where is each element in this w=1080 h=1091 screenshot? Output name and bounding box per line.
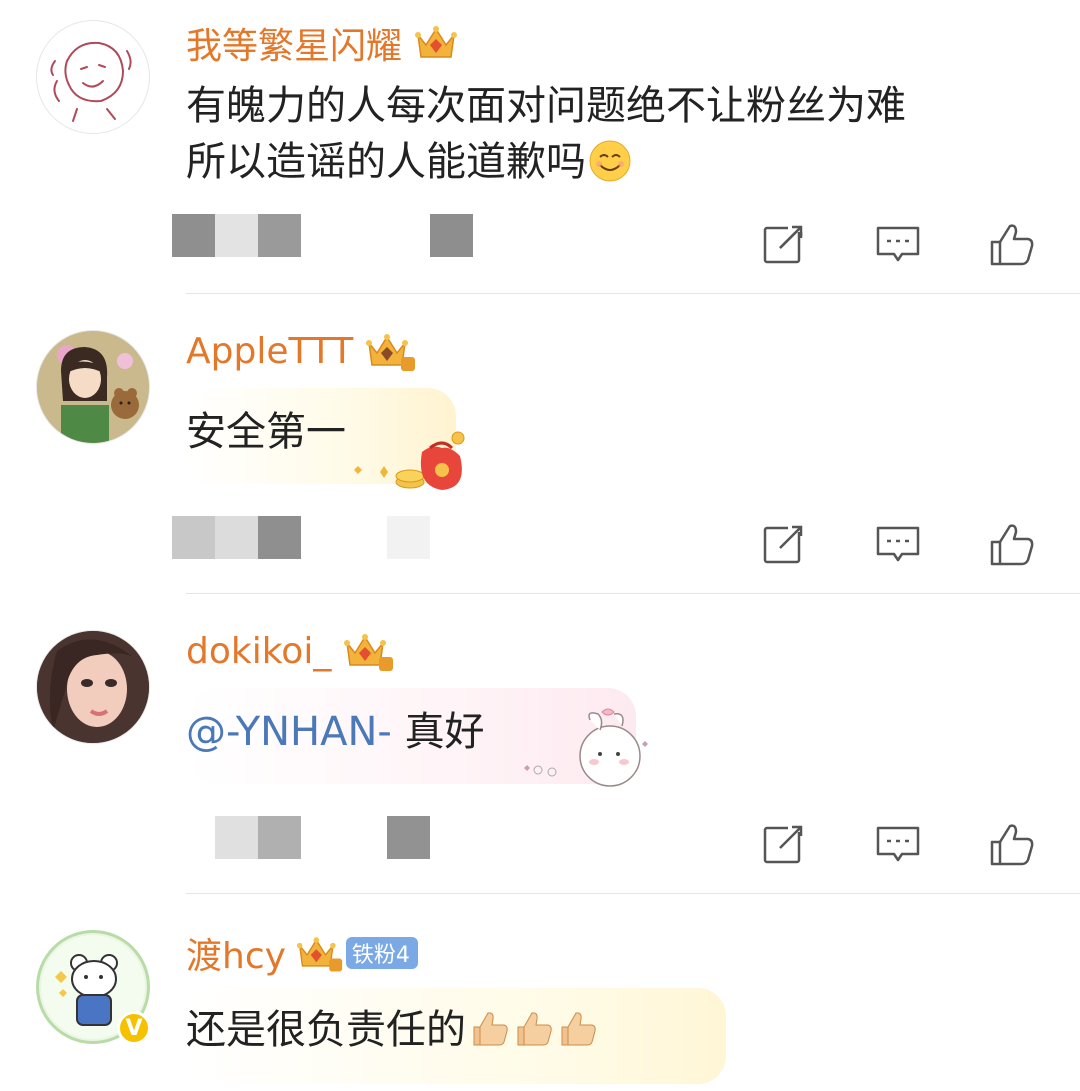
comment-actions — [0, 220, 1080, 270]
comment-icon[interactable] — [874, 220, 922, 268]
comment-text-line-2: 所以造谣的人能道歉吗 — [186, 134, 906, 190]
comment-actions — [0, 820, 1080, 870]
username-label[interactable]: dokikoi_ — [186, 631, 331, 672]
comment-icon[interactable] — [874, 820, 922, 868]
crown-badge-icon — [366, 334, 416, 371]
comment-text: 安全第一 — [186, 409, 346, 455]
divider — [186, 893, 1080, 894]
avatar[interactable] — [36, 330, 150, 444]
avatar[interactable]: V — [36, 930, 151, 1045]
doodle-avatar-icon — [50, 41, 132, 122]
like-icon[interactable] — [988, 520, 1036, 568]
comment-text-body: 真好 — [404, 709, 485, 755]
divider — [186, 593, 1080, 594]
lucky-bag-sticker-icon — [354, 431, 465, 490]
mention-link[interactable]: @-YNHAN- — [186, 709, 392, 755]
username-label[interactable]: AppleTTT — [186, 331, 353, 372]
portrait-photo-avatar-icon — [37, 631, 149, 743]
verified-badge: V — [117, 1011, 151, 1045]
comment-text: @-YNHAN- 真好 — [186, 704, 485, 760]
divider — [186, 293, 1080, 294]
crown-badge-icon — [296, 937, 343, 972]
comment-text-body: 还是很负责任的 — [186, 1007, 466, 1053]
smiling-face-emoji-icon — [589, 140, 631, 182]
username[interactable]: dokikoi_ — [186, 626, 395, 676]
girl-illustration-avatar-icon — [37, 331, 149, 443]
avatar[interactable] — [36, 630, 150, 744]
username[interactable]: 我等繁星闪耀 — [186, 18, 458, 68]
username[interactable]: AppleTTT — [186, 326, 417, 376]
avatar[interactable] — [36, 20, 150, 134]
like-icon[interactable] — [988, 820, 1036, 868]
share-icon[interactable] — [760, 220, 808, 268]
thumbs-up-emoji-icon — [561, 1012, 596, 1046]
share-icon[interactable] — [760, 520, 808, 568]
thumbs-up-emoji-icon — [473, 1012, 508, 1046]
crown-badge-icon — [344, 634, 394, 671]
verified-badge-label: V — [125, 1015, 143, 1041]
comment-text: 还是很负责任的 — [186, 1002, 598, 1058]
like-icon[interactable] — [988, 220, 1036, 268]
thumbs-up-emoji-icon — [517, 1012, 552, 1046]
comment-text-line-2-text: 所以造谣的人能道歉吗 — [186, 139, 586, 185]
bunny-sticker-icon — [524, 708, 648, 787]
username-label[interactable]: 我等繁星闪耀 — [186, 17, 402, 69]
fan-level-label: 铁粉4 — [351, 943, 410, 968]
crown-badge-icon — [415, 26, 458, 58]
username[interactable]: 渡hcy 铁粉4 — [186, 928, 418, 978]
comment-actions — [0, 520, 1080, 570]
comment-text: 有魄力的人每次面对问题绝不让粉丝为难 所以造谣的人能道歉吗 — [186, 78, 906, 190]
comment-icon[interactable] — [874, 520, 922, 568]
share-icon[interactable] — [760, 820, 808, 868]
username-label[interactable]: 渡hcy — [186, 927, 286, 979]
comment-text-line: 有魄力的人每次面对问题绝不让粉丝为难 — [186, 83, 906, 129]
fan-level-badge: 铁粉4 — [345, 937, 418, 969]
